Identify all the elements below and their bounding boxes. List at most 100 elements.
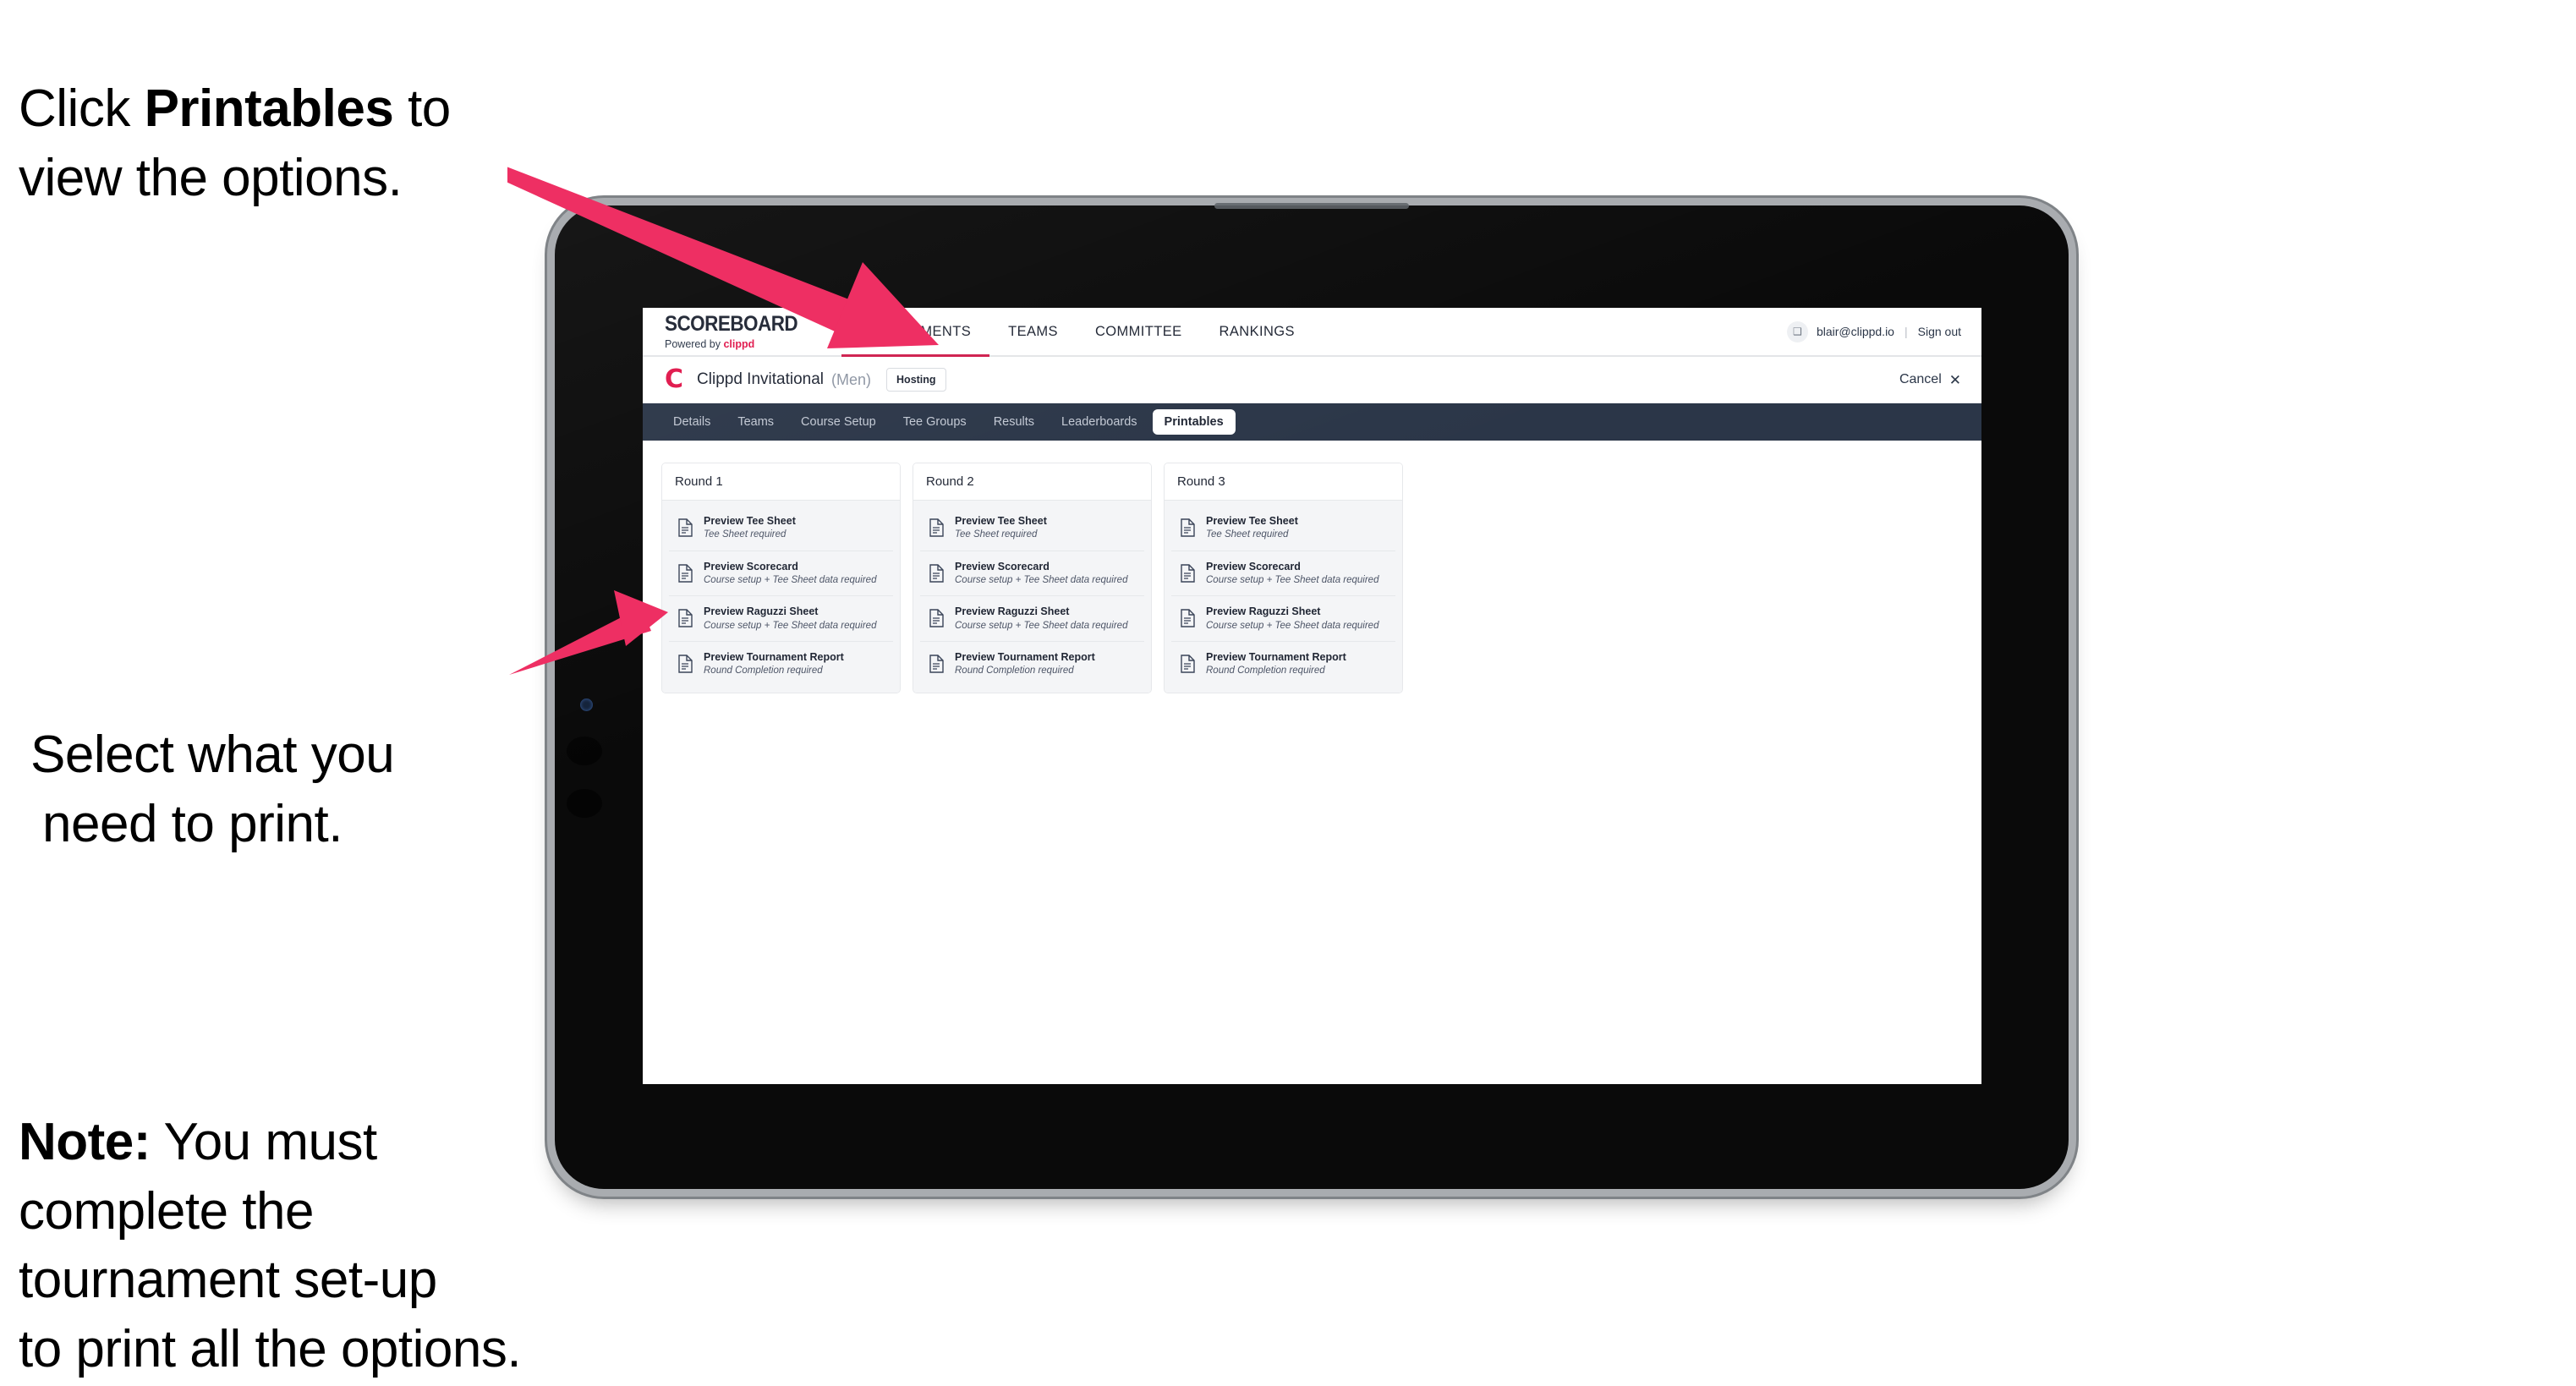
list-item[interactable]: Preview Tournament Report Round Completi…: [920, 642, 1144, 687]
tab-course-setup[interactable]: Course Setup: [789, 409, 888, 435]
tab-results[interactable]: Results: [982, 409, 1046, 435]
round-card: Round 3 Preview Tee Sheet Tee Sheet requ…: [1164, 463, 1403, 694]
item-subtitle: Round Completion required: [704, 666, 823, 677]
round-header: Round 2: [913, 463, 1151, 501]
round-header: Round 3: [1165, 463, 1402, 501]
tab-label: Course Setup: [801, 415, 876, 429]
list-item[interactable]: Preview Raguzzi Sheet Course setup + Tee…: [669, 596, 893, 642]
avatar-glyph: ❑: [1793, 326, 1802, 337]
section-tab-strip: Details Teams Course Setup Tee Groups Re…: [643, 403, 1981, 441]
round-card: Round 2 Preview Tee Sheet Tee Sheet requ…: [913, 463, 1152, 694]
topnav-item-rankings[interactable]: RANKINGS: [1201, 308, 1313, 355]
document-icon: [929, 564, 944, 583]
account-email: blair@clippd.io: [1816, 325, 1894, 338]
item-subtitle: Tee Sheet required: [1206, 529, 1289, 540]
tab-label: Printables: [1164, 415, 1224, 429]
tournament-title: Clippd Invitational: [697, 370, 825, 388]
tab-label: Teams: [737, 415, 775, 429]
item-title: Preview Tee Sheet: [1206, 515, 1298, 527]
tab-label: Leaderboards: [1061, 415, 1137, 429]
tab-leaderboards[interactable]: Leaderboards: [1050, 409, 1149, 435]
list-item[interactable]: Preview Scorecard Course setup + Tee She…: [669, 551, 893, 597]
item-subtitle: Round Completion required: [1206, 666, 1325, 677]
brand-title: SCOREBOARD: [665, 311, 798, 336]
speaker-slit: [1214, 203, 1409, 209]
topnav-item-teams[interactable]: TEAMS: [989, 308, 1077, 355]
clippd-logo-icon: C: [665, 364, 684, 394]
list-item[interactable]: Preview Raguzzi Sheet Course setup + Tee…: [920, 596, 1144, 642]
volume-down-button[interactable]: [567, 789, 602, 818]
annotation-select-to-print: Select what you need to print.: [30, 651, 622, 928]
item-subtitle: Course setup + Tee Sheet data required: [704, 620, 877, 631]
round-header: Round 1: [662, 463, 900, 501]
tournament-subheader: C Clippd Invitational (Men) Hosting Canc…: [643, 357, 1981, 403]
annotation-middle-line2: need to print.: [42, 794, 343, 853]
tournament-gender-label: (Men): [831, 370, 872, 388]
app-screen: SCOREBOARD Powered by clippd TOURNAMENTS…: [643, 308, 1981, 1084]
item-subtitle: Tee Sheet required: [955, 529, 1038, 540]
item-title: Preview Raguzzi Sheet: [955, 605, 1070, 618]
item-title: Preview Tee Sheet: [955, 515, 1047, 527]
annotation-click-printables: Click Printables to view the options.: [19, 5, 611, 212]
sign-out-link[interactable]: Sign out: [1918, 325, 1961, 338]
list-item[interactable]: Preview Raguzzi Sheet Course setup + Tee…: [1171, 596, 1395, 642]
document-icon: [678, 609, 693, 628]
tab-label: Results: [993, 415, 1035, 429]
document-icon: [1181, 564, 1195, 583]
status-badge: Hosting: [886, 368, 946, 392]
list-item[interactable]: Preview Tee Sheet Tee Sheet required: [669, 506, 893, 551]
annotation-top-prefix: Click: [19, 79, 145, 138]
document-icon: [1181, 609, 1195, 628]
account-area: ❑ blair@clippd.io | Sign out: [1786, 320, 1981, 342]
topnav-item-tournaments[interactable]: TOURNAMENTS: [841, 308, 990, 357]
item-subtitle: Course setup + Tee Sheet data required: [1206, 574, 1379, 585]
brand-clippd-word: clippd: [723, 337, 755, 350]
avatar[interactable]: ❑: [1786, 320, 1808, 342]
round-items: Preview Tee Sheet Tee Sheet required Pre…: [913, 501, 1151, 693]
document-icon: [929, 518, 944, 537]
item-subtitle: Course setup + Tee Sheet data required: [955, 574, 1128, 585]
tab-label: Details: [673, 415, 711, 429]
brand-tagline: Powered by clippd: [665, 339, 813, 350]
volume-up-button[interactable]: [567, 737, 602, 765]
tab-teams[interactable]: Teams: [726, 409, 786, 435]
item-title: Preview Raguzzi Sheet: [704, 605, 819, 618]
brand-powered-prefix: Powered by: [665, 337, 724, 350]
tab-printables[interactable]: Printables: [1152, 409, 1236, 435]
list-item[interactable]: Preview Tournament Report Round Completi…: [669, 642, 893, 687]
topnav-item-committee[interactable]: COMMITTEE: [1077, 308, 1201, 355]
round-card: Round 1 Preview Tee Sheet Tee Sheet requ…: [661, 463, 901, 694]
close-icon: ✕: [1948, 371, 1961, 388]
list-item[interactable]: Preview Tournament Report Round Completi…: [1171, 642, 1395, 687]
item-subtitle: Tee Sheet required: [704, 529, 787, 540]
item-subtitle: Round Completion required: [955, 666, 1074, 677]
printables-content: Round 1 Preview Tee Sheet Tee Sheet requ…: [643, 441, 1981, 716]
list-item[interactable]: Preview Scorecard Course setup + Tee She…: [1171, 551, 1395, 597]
item-title: Preview Tournament Report: [1206, 650, 1346, 663]
document-icon: [1181, 655, 1195, 673]
list-item[interactable]: Preview Scorecard Course setup + Tee She…: [920, 551, 1144, 597]
item-title: Preview Scorecard: [955, 560, 1050, 572]
cancel-button[interactable]: Cancel ✕: [1899, 372, 1961, 387]
annotation-middle-line1: Select what you: [30, 725, 395, 784]
list-item[interactable]: Preview Tee Sheet Tee Sheet required: [920, 506, 1144, 551]
tab-details[interactable]: Details: [661, 409, 722, 435]
scoreboard-logo[interactable]: SCOREBOARD Powered by clippd: [665, 311, 813, 350]
document-icon: [1181, 518, 1195, 537]
item-subtitle: Course setup + Tee Sheet data required: [704, 574, 877, 585]
document-icon: [678, 564, 693, 583]
item-subtitle: Course setup + Tee Sheet data required: [1206, 620, 1379, 631]
item-title: Preview Scorecard: [704, 560, 798, 572]
front-camera-icon: [580, 698, 593, 711]
item-title: Preview Tee Sheet: [704, 515, 796, 527]
item-subtitle: Course setup + Tee Sheet data required: [955, 620, 1128, 631]
list-item[interactable]: Preview Tee Sheet Tee Sheet required: [1171, 506, 1395, 551]
tab-label: Tee Groups: [902, 415, 967, 429]
round-items: Preview Tee Sheet Tee Sheet required Pre…: [662, 501, 900, 693]
item-title: Preview Tournament Report: [955, 650, 1095, 663]
topnav-label: COMMITTEE: [1094, 324, 1182, 339]
cancel-label: Cancel: [1899, 372, 1942, 386]
tab-tee-groups[interactable]: Tee Groups: [891, 409, 978, 435]
annotation-top-bold: Printables: [144, 79, 394, 138]
top-navigation-bar: SCOREBOARD Powered by clippd TOURNAMENTS…: [643, 308, 1981, 357]
